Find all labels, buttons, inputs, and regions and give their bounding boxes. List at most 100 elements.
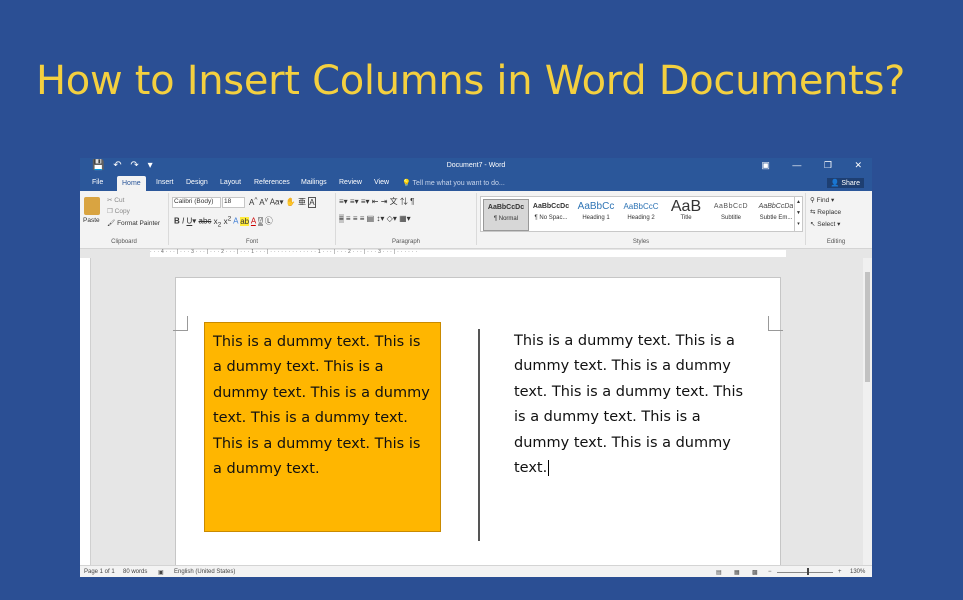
language-label[interactable]: English (United States) (174, 569, 235, 575)
vertical-scrollbar[interactable] (863, 258, 872, 565)
tab-mailings[interactable]: Mailings (301, 179, 327, 186)
zoom-slider[interactable] (777, 572, 833, 573)
character-shading-icon[interactable]: A (257, 216, 263, 226)
shrink-font-icon[interactable]: Av (259, 196, 268, 207)
proofing-icon[interactable]: ▣ (158, 569, 164, 576)
character-border-icon[interactable]: A (308, 196, 316, 208)
close-icon[interactable]: ✕ (854, 160, 862, 170)
tab-insert[interactable]: Insert (156, 179, 174, 186)
tab-review[interactable]: Review (339, 179, 362, 186)
numbering-icon[interactable]: ≡▾ (350, 197, 359, 206)
font-format-tools: B I U▾ abc x2 x2 A ab A A Ⓛ (174, 215, 273, 229)
zoom-level[interactable]: 130% (850, 569, 865, 575)
font-name-input[interactable]: Calibri (Body) (172, 197, 221, 208)
shading-icon[interactable]: ◇▾ (387, 214, 397, 223)
replace-label: Replace (817, 209, 842, 216)
tab-home[interactable]: Home (117, 176, 146, 191)
zoom-slider-thumb[interactable] (807, 568, 809, 575)
grow-font-icon[interactable]: A^ (249, 196, 257, 207)
find-button[interactable]: ⚲ Find ▾ (810, 196, 834, 204)
tab-design[interactable]: Design (186, 179, 208, 186)
style-normal[interactable]: AaBbCcDc ¶ Normal (483, 199, 529, 231)
font-size-input[interactable]: 18 (222, 197, 245, 208)
column-separator-line (478, 329, 480, 541)
style-sample: AaBbCcDc (487, 204, 525, 211)
editing-group: ⚲ Find ▾ ⇆ Replace ↖ Select ▾ Editing (806, 193, 866, 245)
style-sample: AaBbCc (577, 201, 615, 212)
align-center-icon[interactable]: ≡ (346, 214, 351, 223)
minimize-icon[interactable]: — (792, 160, 801, 170)
maximize-icon[interactable]: ❐ (824, 160, 832, 170)
multilevel-list-icon[interactable]: ≡▾ (361, 197, 370, 206)
tab-file[interactable]: File (92, 179, 103, 186)
cut-label: Cut (114, 197, 125, 204)
underline-icon[interactable]: U (186, 217, 192, 226)
scrollbar-thumb[interactable] (865, 272, 870, 382)
increase-indent-icon[interactable]: ⇥ (381, 197, 388, 206)
distributed-icon[interactable]: ▤ (367, 214, 375, 223)
subscript-icon[interactable]: x2 (214, 217, 222, 229)
read-mode-icon[interactable]: ▤ (716, 569, 722, 576)
pilcrow-icon[interactable]: ¶ (410, 197, 414, 206)
sort-icon[interactable]: ⇅ (400, 197, 408, 206)
highlight-icon[interactable]: ab (240, 216, 250, 226)
borders-icon[interactable]: ▦▾ (399, 214, 411, 223)
justify-icon[interactable]: ≡ (360, 214, 365, 223)
right-column[interactable]: This is a dummy text. This is a dummy te… (514, 329, 749, 481)
decrease-indent-icon[interactable]: ⇤ (372, 197, 379, 206)
zoom-in-icon[interactable]: + (838, 569, 842, 575)
style-title[interactable]: AaB Title (664, 199, 708, 229)
document-page[interactable]: This is a dummy text. This is a dummy te… (173, 277, 783, 577)
tab-layout[interactable]: Layout (220, 179, 241, 186)
change-case-icon[interactable]: Aa▾ (270, 198, 284, 207)
cut-button[interactable]: ✂ Cut (107, 196, 124, 204)
strikethrough-icon[interactable]: abc (199, 217, 212, 226)
superscript-icon[interactable]: x2 (224, 215, 232, 226)
replace-button[interactable]: ⇆ Replace (810, 208, 841, 216)
style-subtle-emphasis[interactable]: AaBbCcDa Subtle Em... (754, 199, 798, 229)
word-window: 💾 ↶ ↷ ▾ Document7 - Word ▣ — ❐ ✕ File Ho… (80, 158, 872, 577)
left-column-text[interactable]: This is a dummy text. This is a dummy te… (204, 322, 441, 532)
text-effects-icon[interactable]: A (233, 217, 238, 226)
clear-formatting-icon[interactable]: ✋ (286, 198, 296, 207)
line-spacing-icon[interactable]: ↕▾ (376, 214, 384, 223)
vertical-ruler[interactable] (80, 258, 91, 565)
format-painter-button[interactable]: 🖌 Format Painter (107, 219, 160, 227)
ribbon-display-icon[interactable]: ▣ (761, 160, 770, 170)
style-name: ¶ No Spac... (534, 215, 568, 221)
ribbon: Paste ✂ Cut ❐ Copy 🖌 Format Painter Clip… (80, 191, 872, 249)
zoom-out-icon[interactable]: − (768, 569, 772, 575)
styles-scroll[interactable]: ▲ ▼ ▾ (794, 197, 802, 231)
word-count[interactable]: 80 words (123, 569, 147, 575)
enclose-character-icon[interactable]: Ⓛ (265, 217, 273, 226)
styles-gallery: AaBbCcDc ¶ Normal AaBbCcDc ¶ No Spac... … (480, 196, 803, 232)
tell-me-box[interactable]: 💡 Tell me what you want to do... (402, 179, 505, 187)
bold-icon[interactable]: B (174, 217, 180, 226)
font-group-label: Font (245, 239, 258, 245)
horizontal-ruler[interactable]: ···4···|···3···|···2···|···1···|········… (80, 249, 872, 258)
align-right-icon[interactable]: ≡ (353, 214, 358, 223)
style-name: Title (680, 215, 692, 221)
paste-button[interactable]: Paste (83, 217, 100, 224)
tab-view[interactable]: View (374, 179, 389, 186)
phonetic-guide-icon[interactable]: 亜 (298, 198, 306, 207)
copy-button[interactable]: ❐ Copy (107, 207, 130, 215)
italic-icon[interactable]: I (182, 217, 184, 226)
web-layout-icon[interactable]: ▩ (752, 569, 758, 576)
asian-layout-icon[interactable]: 文 (390, 197, 398, 206)
tab-references[interactable]: References (254, 179, 290, 186)
style-heading-1[interactable]: AaBbCc Heading 1 (574, 199, 618, 229)
paragraph-group: ≡▾ ≡▾ ≡▾ ⇤ ⇥ 文 ⇅ ¶ ≡ ≡ ≡ ≡ ▤ ↕▾ ◇▾ ▦▾ Pa… (336, 193, 477, 245)
share-button[interactable]: 👤 Share (826, 178, 864, 188)
paste-icon[interactable] (84, 197, 100, 215)
select-button[interactable]: ↖ Select ▾ (810, 220, 840, 228)
font-color-icon[interactable]: A (251, 217, 256, 226)
bullets-icon[interactable]: ≡▾ (339, 197, 348, 206)
style-heading-2[interactable]: AaBbCcC Heading 2 (619, 199, 663, 229)
page-count[interactable]: Page 1 of 1 (84, 569, 115, 575)
scissors-icon: ✂ (107, 197, 113, 204)
style-no-spacing[interactable]: AaBbCcDc ¶ No Spac... (529, 199, 573, 229)
style-subtitle[interactable]: AaBbCcD Subtitle (709, 199, 753, 229)
print-layout-icon[interactable]: ▦ (734, 569, 740, 576)
align-left-icon[interactable]: ≡ (339, 214, 344, 223)
